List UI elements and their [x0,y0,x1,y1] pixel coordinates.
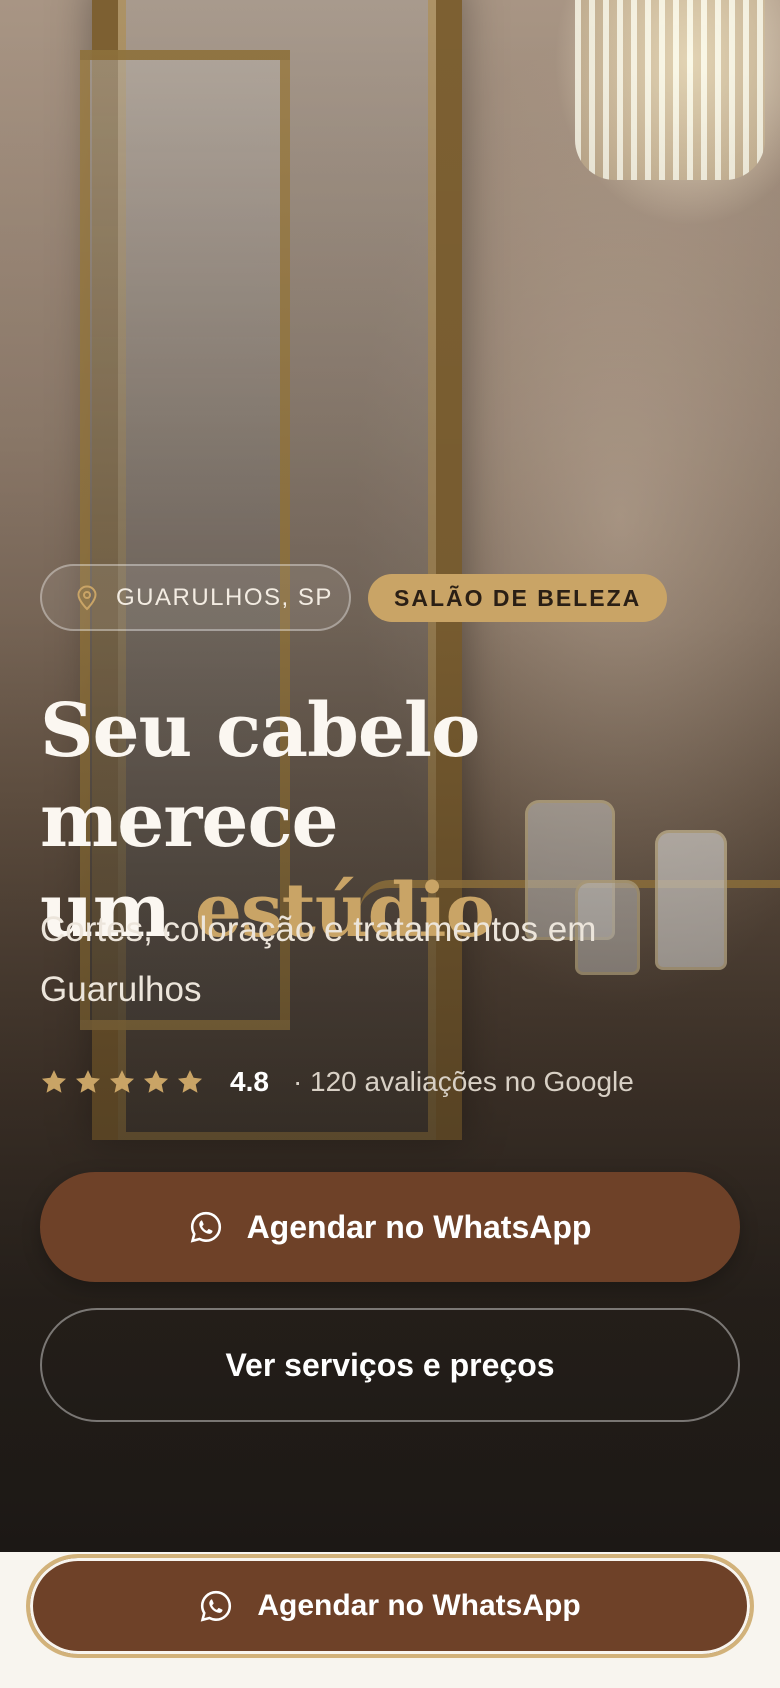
whatsapp-icon [190,1211,221,1243]
hero-subtitle: Cortes, coloração e tratamentos em Guaru… [40,910,597,1009]
headline-line1: Seu cabelo merece [40,688,480,864]
map-pin-icon [77,584,97,610]
star-icon [109,1070,135,1093]
star-icon [143,1070,169,1093]
category-badge: SALÃO DE BELEZA [368,574,668,622]
sticky-whatsapp-button[interactable]: Agendar no WhatsApp [26,1554,754,1658]
whatsapp-booking-label: Agendar no WhatsApp [246,1208,592,1245]
services-prices-label: Ver serviços e preços [225,1346,555,1383]
review-count-text: · 120 avaliações no Google [292,1066,634,1097]
services-prices-button[interactable]: Ver serviços e preços [40,1308,740,1422]
category-text: SALÃO DE BELEZA [394,584,642,611]
whatsapp-icon [201,1590,232,1622]
star-icon [177,1070,203,1093]
star-icon [75,1070,101,1093]
location-badge: GUARULHOS, SP [40,564,351,631]
whatsapp-booking-button[interactable]: Agendar no WhatsApp [40,1172,740,1282]
rating-row: 4.8 · 120 avaliações no Google [40,1062,634,1102]
location-text: GUARULHOS, SP [116,583,333,611]
rating-score: 4.8 [230,1066,269,1097]
sticky-whatsapp-label: Agendar no WhatsApp [257,1589,581,1622]
star-icon [41,1070,67,1093]
